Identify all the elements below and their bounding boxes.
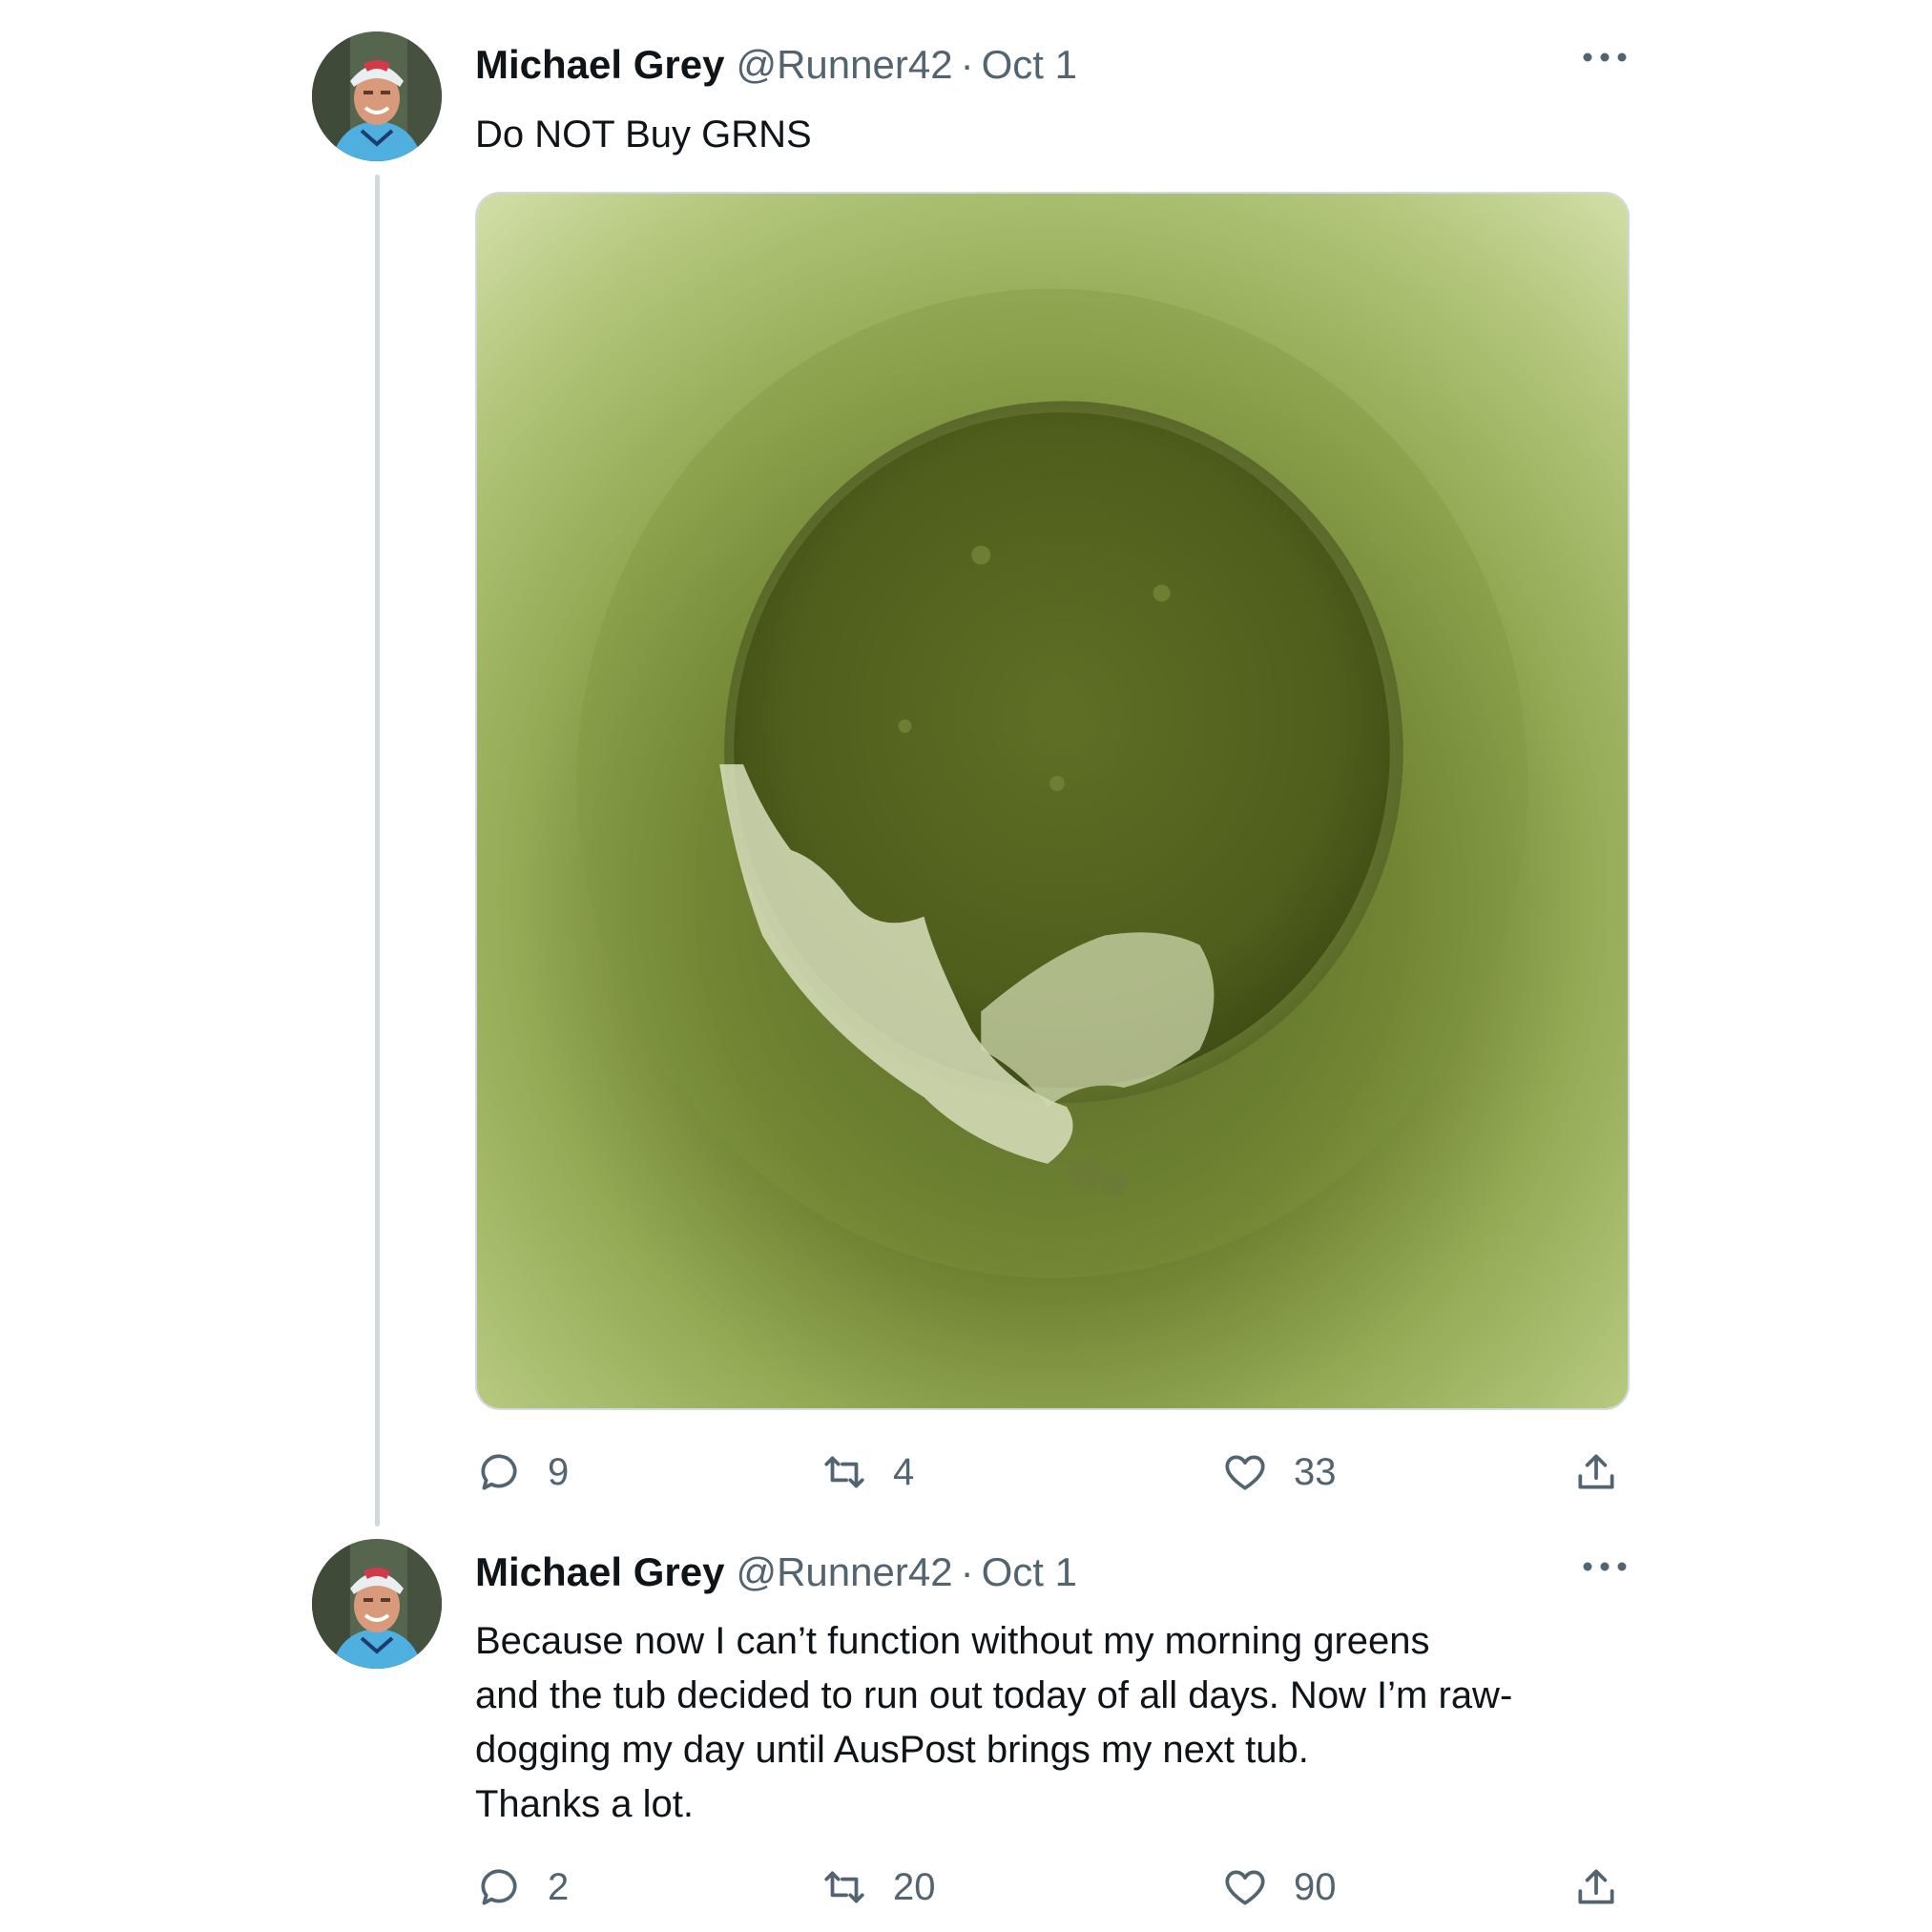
like-button[interactable]: 90 [1221,1859,1337,1916]
reply-button[interactable]: 2 [475,1859,569,1916]
like-button[interactable]: 33 [1221,1444,1337,1501]
tweet-text: Do NOT Buy GRNS [475,108,1639,162]
tweet-text-line: Do NOT Buy GRNS [475,114,812,156]
heart-icon [1225,1870,1265,1905]
reply-count: 2 [548,1865,570,1908]
author-name[interactable]: Michael Grey [475,42,724,88]
tweet-header: Michael Grey @Runner42 · Oct 1 [475,1546,1077,1599]
speech-bubble-icon [481,1869,517,1905]
author-name[interactable]: Michael Grey [475,1549,724,1595]
like-count: 90 [1294,1865,1337,1908]
tweet-date[interactable]: Oct 1 [982,42,1077,88]
speech-bubble-icon [481,1454,517,1490]
author-handle[interactable]: @Runner42 [736,1549,952,1595]
retweet-count: 4 [893,1450,915,1493]
tweet-image[interactable] [475,192,1630,1410]
share-upload-icon [1578,1454,1614,1489]
tweet-text-line: Thanks a lot. [475,1783,695,1825]
like-count: 33 [1294,1450,1337,1493]
separator: · [960,42,974,87]
share-button[interactable] [1572,1859,1620,1916]
tweet-header: Michael Grey @Runner42 · Oct 1 [475,38,1077,92]
retweet-count: 20 [893,1865,936,1908]
more-options-button[interactable] [1576,38,1633,76]
retweet-arrows-icon [824,1456,864,1488]
tweet-text-line: dogging my day until AusPost brings my n… [475,1729,1309,1771]
tweet-text-line: and the tub decided to run out today of … [475,1674,1513,1716]
reply-count: 9 [548,1450,570,1493]
separator: · [960,1549,974,1594]
heart-icon [1225,1455,1265,1490]
avatar-photo [312,31,442,161]
share-upload-icon [1578,1869,1614,1904]
thread-connector-line [375,175,380,1527]
tweet-date[interactable]: Oct 1 [982,1549,1077,1595]
retweet-button[interactable]: 4 [821,1444,914,1501]
tweet-text-line: Because now I can’t function without my … [475,1620,1430,1662]
avatar[interactable] [312,31,442,161]
more-options-button[interactable] [1576,1548,1633,1586]
author-handle[interactable]: @Runner42 [736,42,952,88]
reply-button[interactable]: 9 [475,1444,569,1501]
retweet-arrows-icon [824,1871,864,1903]
avatar-photo [312,1539,442,1669]
more-horizontal-icon [1583,1562,1627,1571]
tweet-text: Because now I can’t function without my … [475,1614,1639,1832]
avatar[interactable] [312,1539,442,1669]
greens-tub-photo [477,194,1628,1408]
more-horizontal-icon [1583,52,1627,62]
retweet-button[interactable]: 20 [821,1859,936,1916]
share-button[interactable] [1572,1444,1620,1501]
